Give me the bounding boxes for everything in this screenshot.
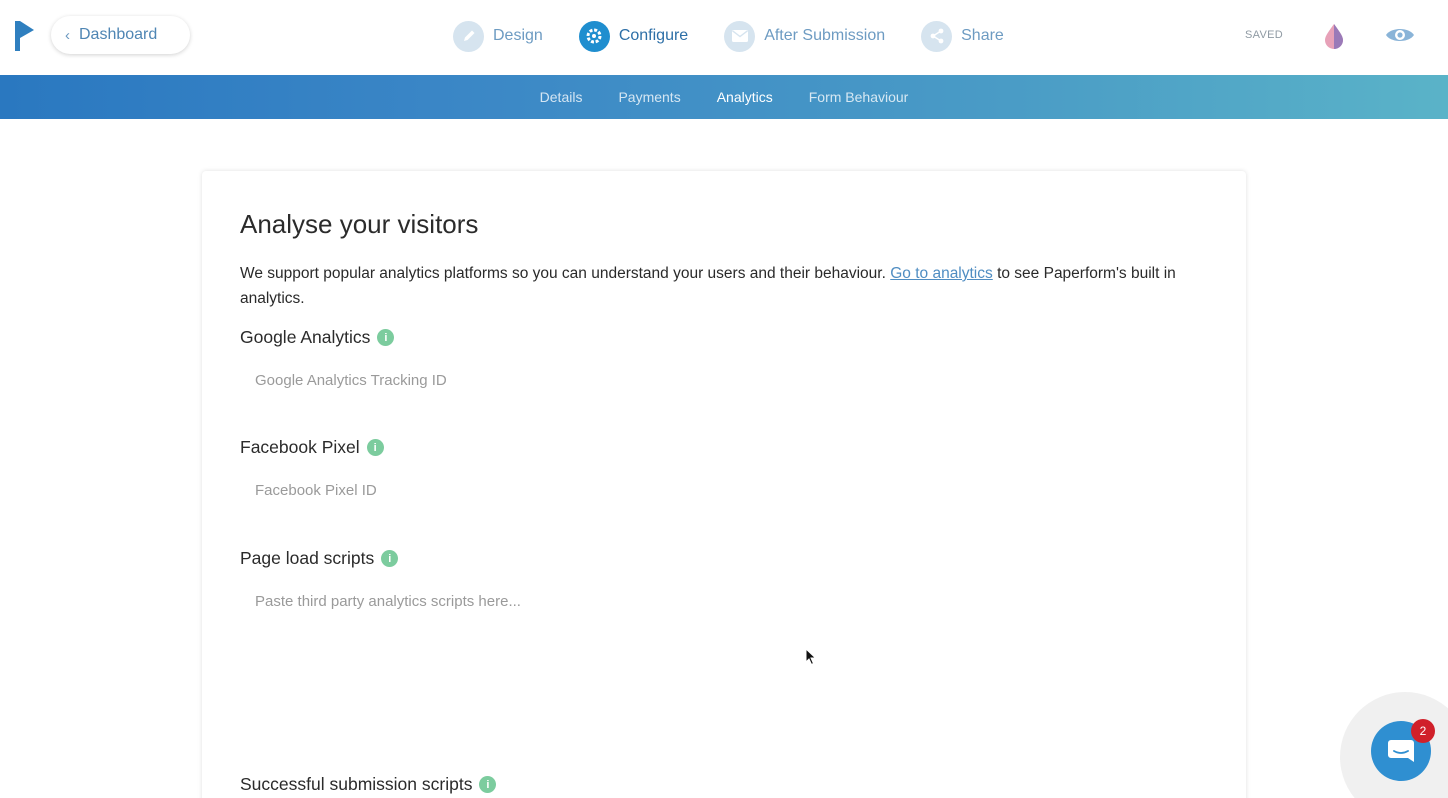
- facebook-pixel-label: Facebook Pixel: [240, 437, 360, 457]
- intro-text: We support popular analytics platforms s…: [240, 261, 1210, 311]
- intro-text-before: We support popular analytics platforms s…: [240, 265, 891, 282]
- paperform-logo[interactable]: [14, 20, 36, 52]
- google-analytics-label: Google Analytics: [240, 327, 371, 347]
- dashboard-button[interactable]: ‹ Dashboard: [51, 16, 190, 54]
- step-design-label: Design: [493, 27, 543, 44]
- tab-details[interactable]: Details: [540, 89, 583, 105]
- saved-status: SAVED: [1245, 29, 1283, 41]
- tab-analytics[interactable]: Analytics: [717, 89, 773, 105]
- mouse-cursor-icon: [805, 648, 817, 666]
- page-load-scripts-label: Page load scripts: [240, 548, 375, 568]
- info-icon[interactable]: i: [377, 329, 395, 346]
- submission-scripts-label: Successful submission scripts: [240, 774, 473, 794]
- step-share[interactable]: Share: [921, 20, 1004, 52]
- gear-icon: [578, 20, 610, 52]
- top-bar: ‹ Dashboard Design Configure After Submi…: [0, 0, 1448, 75]
- step-configure[interactable]: Configure: [578, 20, 689, 52]
- analytics-card: Analyse your visitors We support popular…: [202, 171, 1246, 798]
- facebook-pixel-label-row: Facebook Pixel i: [240, 437, 384, 458]
- page-title: Analyse your visitors: [240, 209, 479, 239]
- theme-drop-icon[interactable]: [1322, 22, 1346, 50]
- info-icon[interactable]: i: [479, 776, 497, 793]
- envelope-icon: [724, 20, 756, 52]
- step-navigation: Design Configure After Submission Share: [453, 19, 1040, 53]
- page-load-scripts-textarea[interactable]: [240, 593, 1208, 753]
- step-after-submission[interactable]: After Submission: [724, 20, 886, 52]
- facebook-pixel-input[interactable]: [240, 478, 1208, 502]
- info-icon[interactable]: i: [366, 439, 384, 456]
- step-configure-label: Configure: [618, 27, 689, 44]
- chat-icon: [1388, 740, 1414, 762]
- step-after-submission-label: After Submission: [764, 27, 886, 44]
- info-icon[interactable]: i: [381, 550, 399, 567]
- pencil-icon: [453, 20, 484, 52]
- tab-payments[interactable]: Payments: [618, 89, 680, 105]
- step-share-label: Share: [961, 27, 1004, 44]
- page-load-scripts-label-row: Page load scripts i: [240, 548, 399, 569]
- submission-scripts-label-row: Successful submission scripts i: [240, 774, 497, 795]
- chat-unread-badge: 2: [1411, 719, 1435, 743]
- go-to-analytics-link[interactable]: Go to analytics: [890, 265, 993, 282]
- dashboard-label: Dashboard: [79, 26, 158, 43]
- tab-form-behaviour[interactable]: Form Behaviour: [809, 89, 909, 105]
- preview-eye-icon[interactable]: [1385, 24, 1415, 46]
- configure-subnav: Details Payments Analytics Form Behaviou…: [0, 75, 1448, 119]
- google-analytics-input[interactable]: [240, 368, 1208, 392]
- chevron-left-icon: ‹: [65, 26, 70, 44]
- share-icon: [921, 20, 953, 52]
- google-analytics-label-row: Google Analytics i: [240, 327, 395, 348]
- step-design[interactable]: Design: [453, 20, 543, 52]
